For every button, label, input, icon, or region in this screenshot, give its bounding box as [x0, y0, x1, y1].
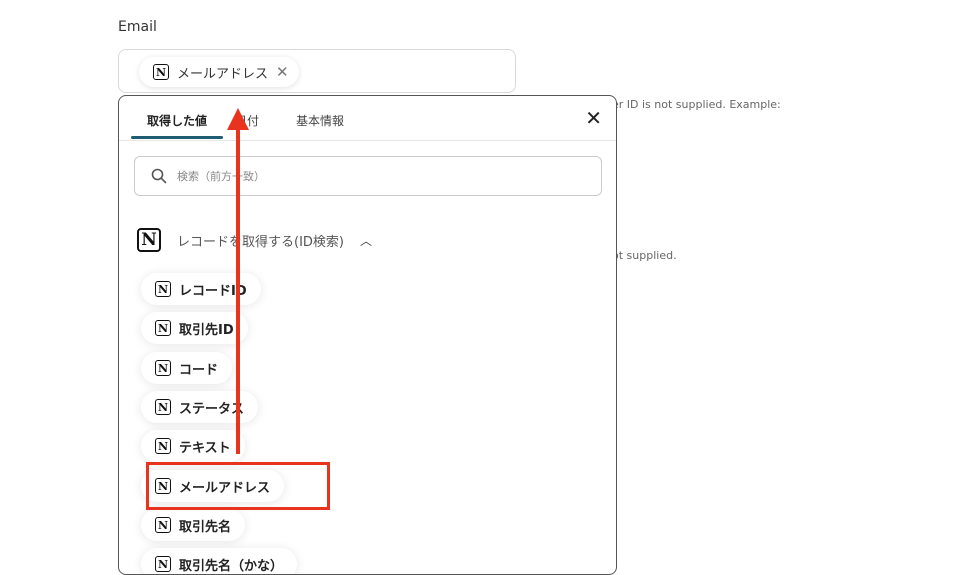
item-label: コード — [179, 362, 219, 378]
search-icon — [151, 168, 167, 184]
notion-icon: N — [137, 228, 161, 252]
list-item[interactable]: N 取引先ID — [141, 312, 248, 344]
list-item[interactable]: N 取引先名 — [141, 509, 246, 541]
annotation-arrow — [236, 128, 240, 454]
section-header[interactable]: N レコードを取得する(ID検索) ︿ — [137, 228, 372, 252]
highlight-box — [146, 462, 330, 510]
field-hint-text: ot supplied. — [612, 249, 677, 262]
tab-acquired-values[interactable]: 取得した値 — [147, 112, 207, 129]
item-label: 取引先名 — [179, 519, 232, 535]
list-item[interactable]: N レコードID — [141, 273, 261, 305]
notion-icon: N — [155, 360, 171, 376]
notion-icon: N — [155, 438, 171, 454]
chevron-up-icon[interactable]: ︿ — [360, 232, 372, 249]
arrow-head-icon — [227, 108, 249, 130]
notion-icon: N — [155, 281, 171, 297]
notion-icon: N — [155, 556, 171, 572]
item-label: テキスト — [179, 440, 231, 456]
field-hint-text: er ID is not supplied. Example: — [612, 98, 781, 111]
close-icon[interactable]: ✕ — [276, 63, 289, 81]
list-item[interactable]: N ステータス — [141, 391, 259, 423]
section-title: レコードを取得する(ID検索) — [177, 234, 344, 250]
tab-basic-info[interactable]: 基本情報 — [296, 112, 344, 129]
active-tab-indicator — [131, 136, 223, 139]
item-label: ステータス — [179, 401, 245, 417]
picker-tabs: 取得した値 日付 基本情報 ✕ — [119, 96, 616, 141]
close-icon[interactable]: ✕ — [585, 108, 602, 128]
list-item[interactable]: N テキスト — [141, 430, 245, 462]
notion-icon: N — [155, 399, 171, 415]
email-label: Email — [118, 19, 157, 35]
item-label: 取引先ID — [179, 322, 234, 338]
item-label: 取引先名（かな） — [179, 558, 284, 574]
email-field[interactable]: N メールアドレス ✕ — [118, 49, 516, 93]
list-item[interactable]: N コード — [141, 352, 233, 384]
notion-icon: N — [155, 517, 171, 533]
notion-icon: N — [153, 64, 169, 80]
chip-label: メールアドレス — [177, 66, 269, 82]
notion-icon: N — [155, 320, 171, 336]
email-value-chip[interactable]: N メールアドレス ✕ — [139, 57, 299, 87]
search-field[interactable] — [134, 156, 602, 196]
